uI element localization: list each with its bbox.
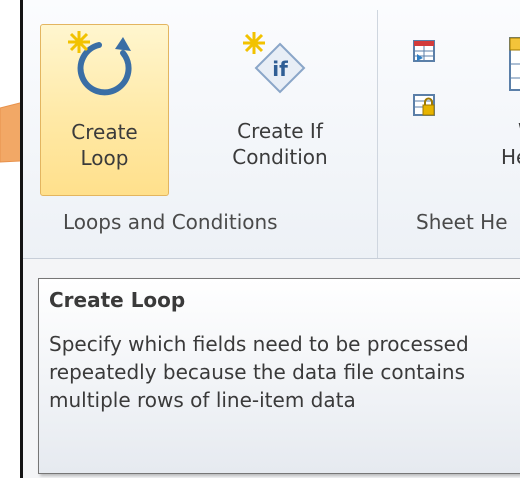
sheet-header-label-line2: He (501, 145, 520, 169)
outer-margin (0, 0, 20, 478)
create-if-label-line1: Create If (237, 119, 323, 143)
group-divider (377, 10, 378, 258)
sparkle-icon (243, 32, 265, 54)
tooltip-title: Create Loop (49, 288, 186, 312)
create-loop-button[interactable]: Create Loop (40, 24, 169, 196)
lock-sheet-icon[interactable] (411, 92, 437, 118)
tooltip-body: Specify which fields need to be processe… (49, 332, 469, 412)
loops-and-conditions-group-label: Loops and Conditions (63, 210, 278, 234)
create-loop-label-line2: Loop (80, 146, 129, 170)
ribbon: Create Loop if Create If Condition Loops… (23, 0, 520, 259)
create-loop-label-line1: Create (71, 120, 138, 144)
sheet-group-label: Sheet He (416, 210, 508, 234)
svg-text:if: if (272, 57, 288, 81)
tooltip: Create Loop Specify which fields need to… (38, 278, 520, 474)
loop-icon (68, 31, 132, 96)
sheet-grid-icon[interactable] (411, 38, 437, 64)
if-condition-icon: if (243, 32, 306, 94)
sheet-header-button[interactable]: W He (478, 24, 520, 194)
create-if-condition-button[interactable]: if Create If Condition (210, 24, 350, 194)
create-if-label-line2: Condition (232, 145, 328, 169)
app-window: Create Loop if Create If Condition Loops… (0, 0, 520, 478)
sparkle-icon (68, 31, 90, 53)
sheet-header-icon (509, 37, 520, 91)
